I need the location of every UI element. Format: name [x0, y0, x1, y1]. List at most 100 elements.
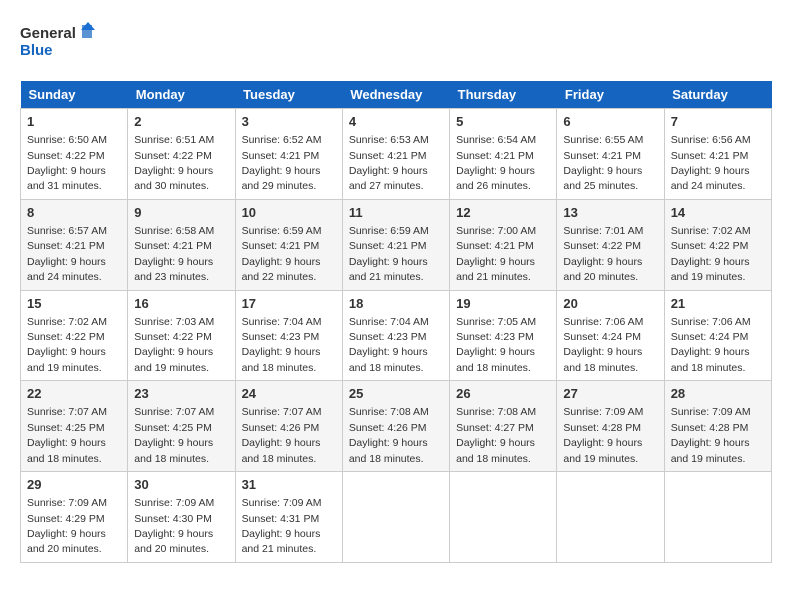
calendar-cell: 11Sunrise: 6:59 AMSunset: 4:21 PMDayligh…	[342, 199, 449, 290]
day-number: 10	[242, 204, 336, 222]
calendar-cell: 8 Sunrise: 6:57 AM Sunset: 4:21 PM Daylight…	[21, 199, 128, 290]
sunrise-info: Sunrise: 6:59 AM	[242, 225, 322, 237]
sunset-info: Sunset: 4:21 PM	[134, 240, 212, 252]
sunrise-info: Sunrise: 7:02 AM	[27, 316, 107, 328]
calendar-cell: 31Sunrise: 7:09 AMSunset: 4:31 PMDayligh…	[235, 472, 342, 563]
daylight-info: Daylight: 9 hours and 20 minutes.	[27, 528, 106, 555]
calendar-cell	[664, 472, 771, 563]
day-number: 6	[563, 113, 657, 131]
sunset-info: Sunset: 4:21 PM	[563, 150, 641, 162]
header-friday: Friday	[557, 81, 664, 109]
sunrise-info: Sunrise: 7:06 AM	[563, 316, 643, 328]
day-number: 31	[242, 476, 336, 494]
sunrise-info: Sunrise: 6:50 AM	[27, 134, 107, 146]
sunrise-info: Sunrise: 7:07 AM	[242, 406, 322, 418]
daylight-info: Daylight: 9 hours and 18 minutes.	[242, 437, 321, 464]
daylight-info: Daylight: 9 hours and 29 minutes.	[242, 165, 321, 192]
sunset-info: Sunset: 4:21 PM	[671, 150, 749, 162]
header-thursday: Thursday	[450, 81, 557, 109]
day-number: 24	[242, 385, 336, 403]
daylight-info: Daylight: 9 hours and 21 minutes.	[242, 528, 321, 555]
calendar-cell: 1 Sunrise: 6:50 AM Sunset: 4:22 PM Daylight…	[21, 109, 128, 200]
sunset-info: Sunset: 4:21 PM	[27, 240, 105, 252]
sunrise-info: Sunrise: 7:04 AM	[242, 316, 322, 328]
sunset-info: Sunset: 4:21 PM	[349, 150, 427, 162]
calendar-cell: 9 Sunrise: 6:58 AM Sunset: 4:21 PM Daylight…	[128, 199, 235, 290]
daylight-info: Daylight: 9 hours and 19 minutes.	[671, 437, 750, 464]
day-number: 15	[27, 295, 121, 313]
daylight-info: Daylight: 9 hours and 18 minutes.	[456, 437, 535, 464]
daylight-info: Daylight: 9 hours and 26 minutes.	[456, 165, 535, 192]
sunset-info: Sunset: 4:25 PM	[27, 422, 105, 434]
sunset-info: Sunset: 4:23 PM	[349, 331, 427, 343]
daylight-info: Daylight: 9 hours and 20 minutes.	[134, 528, 213, 555]
sunrise-info: Sunrise: 7:09 AM	[27, 497, 107, 509]
sunset-info: Sunset: 4:22 PM	[27, 150, 105, 162]
daylight-info: Daylight: 9 hours and 18 minutes.	[27, 437, 106, 464]
sunrise-info: Sunrise: 7:09 AM	[242, 497, 322, 509]
daylight-info: Daylight: 9 hours and 19 minutes.	[563, 437, 642, 464]
day-number: 20	[563, 295, 657, 313]
day-number: 13	[563, 204, 657, 222]
calendar-week-row: 1 Sunrise: 6:50 AM Sunset: 4:22 PM Daylight…	[21, 109, 772, 200]
sunset-info: Sunset: 4:22 PM	[27, 331, 105, 343]
sunrise-info: Sunrise: 7:09 AM	[671, 406, 751, 418]
sunset-info: Sunset: 4:22 PM	[134, 331, 212, 343]
sunset-info: Sunset: 4:21 PM	[242, 240, 320, 252]
sunrise-info: Sunrise: 6:59 AM	[349, 225, 429, 237]
sunrise-info: Sunrise: 6:52 AM	[242, 134, 322, 146]
sunset-info: Sunset: 4:30 PM	[134, 513, 212, 525]
sunrise-info: Sunrise: 7:07 AM	[27, 406, 107, 418]
daylight-info: Daylight: 9 hours and 18 minutes.	[134, 437, 213, 464]
calendar-cell: 23Sunrise: 7:07 AMSunset: 4:25 PMDayligh…	[128, 381, 235, 472]
calendar-cell: 29Sunrise: 7:09 AMSunset: 4:29 PMDayligh…	[21, 472, 128, 563]
sunrise-info: Sunrise: 6:57 AM	[27, 225, 107, 237]
sunset-info: Sunset: 4:26 PM	[349, 422, 427, 434]
sunset-info: Sunset: 4:24 PM	[563, 331, 641, 343]
day-number: 23	[134, 385, 228, 403]
day-number: 9	[134, 204, 228, 222]
day-number: 1	[27, 113, 121, 131]
daylight-info: Daylight: 9 hours and 31 minutes.	[27, 165, 106, 192]
sunset-info: Sunset: 4:21 PM	[242, 150, 320, 162]
calendar-cell: 30Sunrise: 7:09 AMSunset: 4:30 PMDayligh…	[128, 472, 235, 563]
day-number: 21	[671, 295, 765, 313]
daylight-info: Daylight: 9 hours and 18 minutes.	[242, 346, 321, 373]
daylight-info: Daylight: 9 hours and 24 minutes.	[27, 256, 106, 283]
sunrise-info: Sunrise: 6:53 AM	[349, 134, 429, 146]
daylight-info: Daylight: 9 hours and 23 minutes.	[134, 256, 213, 283]
calendar-header-row: SundayMondayTuesdayWednesdayThursdayFrid…	[21, 81, 772, 109]
daylight-info: Daylight: 9 hours and 18 minutes.	[456, 346, 535, 373]
daylight-info: Daylight: 9 hours and 20 minutes.	[563, 256, 642, 283]
day-number: 8	[27, 204, 121, 222]
sunrise-info: Sunrise: 7:02 AM	[671, 225, 751, 237]
sunrise-info: Sunrise: 7:09 AM	[134, 497, 214, 509]
sunrise-info: Sunrise: 7:03 AM	[134, 316, 214, 328]
calendar-cell: 4Sunrise: 6:53 AMSunset: 4:21 PMDaylight…	[342, 109, 449, 200]
daylight-info: Daylight: 9 hours and 18 minutes.	[671, 346, 750, 373]
header-saturday: Saturday	[664, 81, 771, 109]
calendar-table: SundayMondayTuesdayWednesdayThursdayFrid…	[20, 81, 772, 563]
calendar-cell: 7Sunrise: 6:56 AMSunset: 4:21 PMDaylight…	[664, 109, 771, 200]
calendar-cell: 26Sunrise: 7:08 AMSunset: 4:27 PMDayligh…	[450, 381, 557, 472]
general-blue-logo: General Blue	[20, 20, 100, 65]
calendar-cell: 28Sunrise: 7:09 AMSunset: 4:28 PMDayligh…	[664, 381, 771, 472]
calendar-cell	[342, 472, 449, 563]
calendar-cell: 12Sunrise: 7:00 AMSunset: 4:21 PMDayligh…	[450, 199, 557, 290]
calendar-week-row: 29Sunrise: 7:09 AMSunset: 4:29 PMDayligh…	[21, 472, 772, 563]
sunrise-info: Sunrise: 7:04 AM	[349, 316, 429, 328]
day-number: 2	[134, 113, 228, 131]
calendar-cell: 27Sunrise: 7:09 AMSunset: 4:28 PMDayligh…	[557, 381, 664, 472]
calendar-week-row: 22 Sunrise: 7:07 AM Sunset: 4:25 PM Dayligh…	[21, 381, 772, 472]
calendar-cell: 21Sunrise: 7:06 AMSunset: 4:24 PMDayligh…	[664, 290, 771, 381]
daylight-info: Daylight: 9 hours and 18 minutes.	[349, 437, 428, 464]
daylight-info: Daylight: 9 hours and 19 minutes.	[134, 346, 213, 373]
sunrise-info: Sunrise: 7:05 AM	[456, 316, 536, 328]
day-number: 22	[27, 385, 121, 403]
calendar-cell: 5Sunrise: 6:54 AMSunset: 4:21 PMDaylight…	[450, 109, 557, 200]
sunrise-info: Sunrise: 6:51 AM	[134, 134, 214, 146]
day-number: 28	[671, 385, 765, 403]
sunrise-info: Sunrise: 6:58 AM	[134, 225, 214, 237]
sunrise-info: Sunrise: 6:56 AM	[671, 134, 751, 146]
day-number: 5	[456, 113, 550, 131]
